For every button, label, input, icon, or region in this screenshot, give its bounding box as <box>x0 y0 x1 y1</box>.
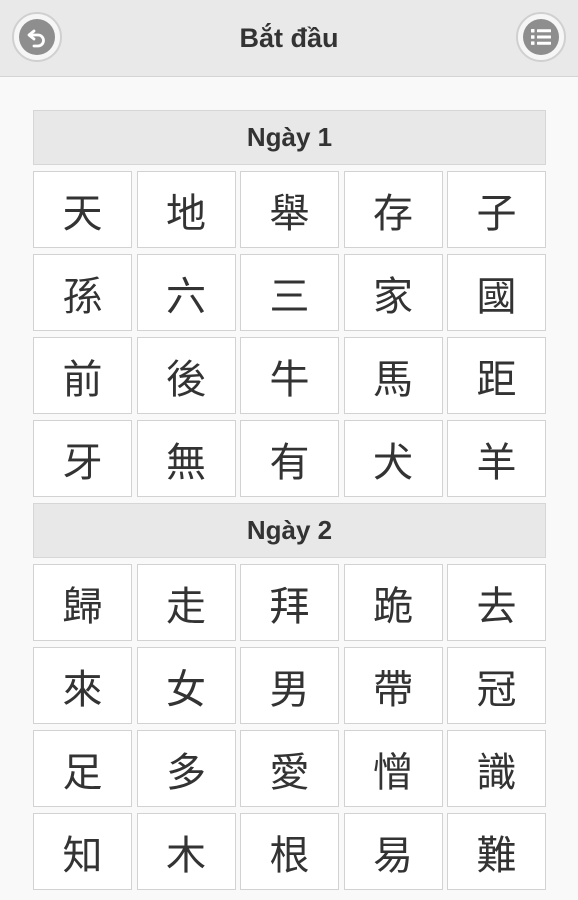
character-cell[interactable]: 前 <box>33 337 132 414</box>
character-cell[interactable]: 後 <box>136 337 236 414</box>
list-icon <box>523 19 559 55</box>
character-cell[interactable]: 女 <box>136 647 236 724</box>
character-cell[interactable]: 難 <box>447 813 546 890</box>
character-cell[interactable]: 憎 <box>343 730 443 807</box>
character-cell[interactable]: 六 <box>136 254 236 331</box>
character-cell[interactable]: 家 <box>343 254 443 331</box>
character-cell[interactable]: 帶 <box>343 647 443 724</box>
lesson-list: Ngày 1 天地舉存子孫六三家國前後牛馬距牙無有犬羊 Ngày 2 歸走拜跪去來女男… <box>33 110 546 896</box>
character-cell[interactable]: 冠 <box>447 647 546 724</box>
character-cell[interactable]: 多 <box>136 730 236 807</box>
character-cell[interactable]: 牙 <box>33 420 132 497</box>
character-cell[interactable]: 天 <box>33 171 132 248</box>
character-cell[interactable]: 來 <box>33 647 132 724</box>
character-cell[interactable]: 根 <box>240 813 339 890</box>
character-cell[interactable]: 拜 <box>240 564 339 641</box>
day-header: Ngày 1 <box>33 110 546 165</box>
character-cell[interactable]: 地 <box>136 171 236 248</box>
character-cell[interactable]: 易 <box>343 813 443 890</box>
character-cell[interactable]: 跪 <box>343 564 443 641</box>
character-cell[interactable]: 木 <box>136 813 236 890</box>
header-bar: Bắt đầu <box>0 0 578 77</box>
character-grid: 歸走拜跪去來女男帶冠足多愛憎識知木根易難 <box>33 564 546 890</box>
character-grid: 天地舉存子孫六三家國前後牛馬距牙無有犬羊 <box>33 171 546 497</box>
page-title: Bắt đầu <box>239 23 339 53</box>
character-cell[interactable]: 舉 <box>240 171 339 248</box>
character-cell[interactable]: 存 <box>343 171 443 248</box>
character-cell[interactable]: 男 <box>240 647 339 724</box>
character-cell[interactable]: 犬 <box>343 420 443 497</box>
character-cell[interactable]: 足 <box>33 730 132 807</box>
character-cell[interactable]: 馬 <box>343 337 443 414</box>
character-cell[interactable]: 有 <box>240 420 339 497</box>
character-cell[interactable]: 國 <box>447 254 546 331</box>
character-cell[interactable]: 愛 <box>240 730 339 807</box>
character-cell[interactable]: 走 <box>136 564 236 641</box>
character-cell[interactable]: 識 <box>447 730 546 807</box>
character-cell[interactable]: 三 <box>240 254 339 331</box>
character-cell[interactable]: 知 <box>33 813 132 890</box>
character-cell[interactable]: 無 <box>136 420 236 497</box>
character-cell[interactable]: 歸 <box>33 564 132 641</box>
character-cell[interactable]: 距 <box>447 337 546 414</box>
character-cell[interactable]: 牛 <box>240 337 339 414</box>
character-cell[interactable]: 去 <box>447 564 546 641</box>
menu-button[interactable] <box>516 12 566 62</box>
character-cell[interactable]: 子 <box>447 171 546 248</box>
character-cell[interactable]: 孫 <box>33 254 132 331</box>
character-cell[interactable]: 羊 <box>447 420 546 497</box>
day-header: Ngày 2 <box>33 503 546 558</box>
